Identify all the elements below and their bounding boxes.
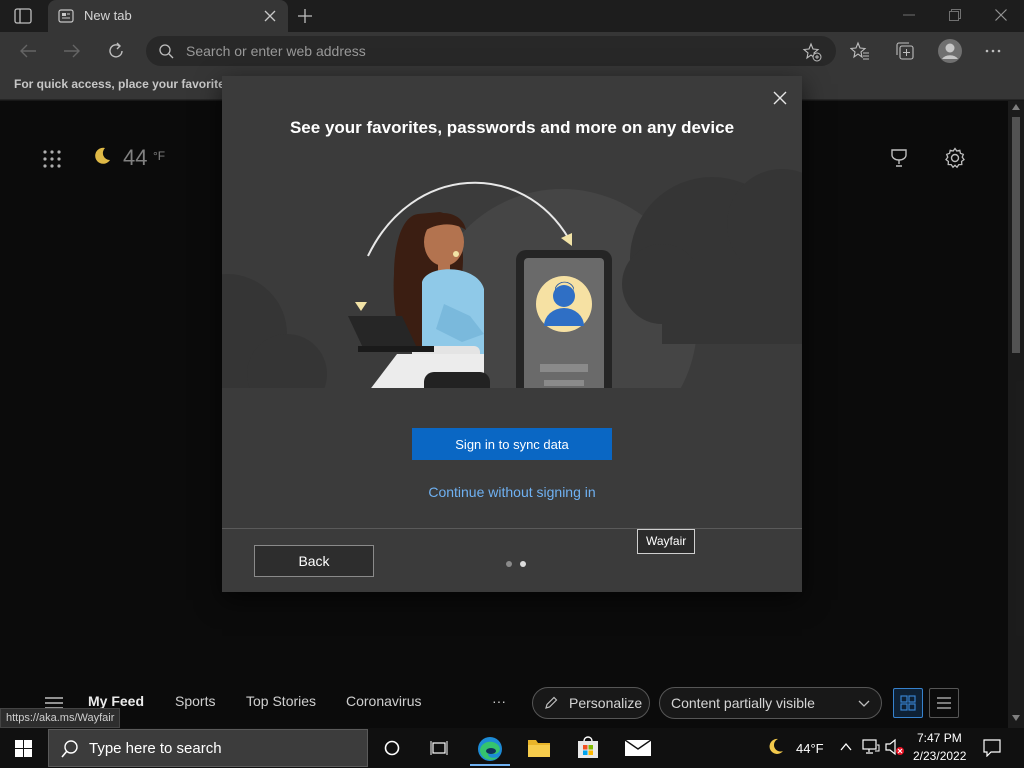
continue-without-signing-in-link[interactable]: Continue without signing in xyxy=(222,484,802,500)
clock-time[interactable]: 7:47 PM xyxy=(917,731,962,745)
taskbar-weather[interactable]: 44°F xyxy=(796,741,824,756)
status-bar-url: https://aka.ms/Wayfair xyxy=(0,708,121,728)
link-tooltip: Wayfair xyxy=(637,529,696,554)
windows-taskbar: 44°F 7:47 PM 2/23/2022 xyxy=(0,728,1024,768)
network-icon[interactable] xyxy=(862,739,880,755)
pager-dot-2 xyxy=(520,561,526,567)
store-icon[interactable] xyxy=(577,735,599,759)
sync-signin-dialog: See your favorites, passwords and more o… xyxy=(222,76,802,592)
sync-illustration xyxy=(222,164,802,400)
taskbar-search-box[interactable] xyxy=(48,729,368,767)
edge-icon[interactable] xyxy=(470,735,510,766)
close-icon[interactable] xyxy=(773,91,787,105)
cortana-icon[interactable] xyxy=(384,740,400,756)
dialog-divider xyxy=(222,528,802,529)
search-icon xyxy=(61,740,79,758)
clock-date[interactable]: 2/23/2022 xyxy=(913,749,966,763)
pager-dot-1 xyxy=(506,561,512,567)
taskbar-moon-icon xyxy=(766,738,784,756)
chevron-up-icon[interactable] xyxy=(840,743,852,751)
active-app-indicator xyxy=(470,764,510,766)
file-explorer-icon[interactable] xyxy=(527,737,551,759)
dialog-title: See your favorites, passwords and more o… xyxy=(289,118,735,137)
volume-muted-icon[interactable] xyxy=(885,738,905,756)
notification-icon[interactable] xyxy=(983,739,1001,757)
taskbar-search-input[interactable] xyxy=(89,730,359,766)
back-button[interactable]: Back xyxy=(254,545,374,577)
task-view-icon[interactable] xyxy=(430,740,448,756)
windows-start-icon[interactable] xyxy=(15,740,32,757)
mail-icon[interactable] xyxy=(625,740,651,756)
sign-in-to-sync-button[interactable]: Sign in to sync data xyxy=(412,428,612,460)
